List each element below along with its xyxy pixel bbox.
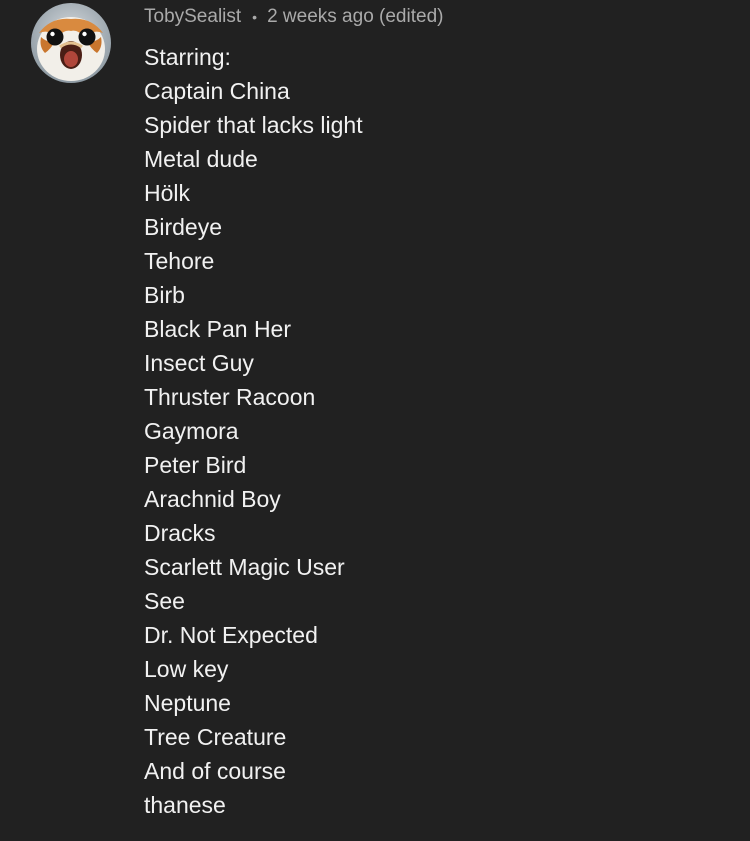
- comment-body: TobySealist • 2 weeks ago (edited) Starr…: [144, 0, 740, 822]
- comment-line: Thruster Racoon: [144, 384, 316, 410]
- porg-avatar-icon: [31, 3, 111, 83]
- comment-line: And of course: [144, 758, 286, 784]
- separator-dot: •: [252, 9, 258, 25]
- comment-line: Black Pan Her: [144, 316, 292, 342]
- comment-line: Spider that lacks light: [144, 112, 363, 138]
- comment-line: Birdeye: [144, 214, 222, 240]
- comment-line: Tree Creature: [144, 724, 287, 750]
- comment-line: Scarlett Magic User: [144, 554, 345, 580]
- comment-header: TobySealist • 2 weeks ago (edited): [144, 0, 740, 34]
- comment-line: Peter Bird: [144, 452, 247, 478]
- comment-line: Starring:: [144, 44, 231, 70]
- comment-thread: TobySealist • 2 weeks ago (edited) Starr…: [0, 0, 750, 841]
- comment-text: Starring: Captain China Spider that lacks …: [144, 40, 740, 822]
- comment-line: Dracks: [144, 520, 216, 546]
- comment-line: Gaymora: [144, 418, 239, 444]
- comment-line: See: [144, 588, 185, 614]
- comment-line: Metal dude: [144, 146, 258, 172]
- comment-line: Birb: [144, 282, 185, 308]
- comment-line: thanese: [144, 792, 226, 818]
- comment-timestamp[interactable]: 2 weeks ago (edited): [267, 6, 443, 28]
- comment-line: Low key: [144, 656, 229, 682]
- comment-line: Arachnid Boy: [144, 486, 281, 512]
- comment-line: Neptune: [144, 690, 231, 716]
- avatar[interactable]: [31, 3, 111, 83]
- comment-line: Tehore: [144, 248, 215, 274]
- author-name[interactable]: TobySealist: [144, 6, 241, 28]
- comment-line: Insect Guy: [144, 350, 254, 376]
- comment-line: Captain China: [144, 78, 290, 104]
- comment-line: Hölk: [144, 180, 191, 206]
- comment-line: Dr. Not Expected: [144, 622, 318, 648]
